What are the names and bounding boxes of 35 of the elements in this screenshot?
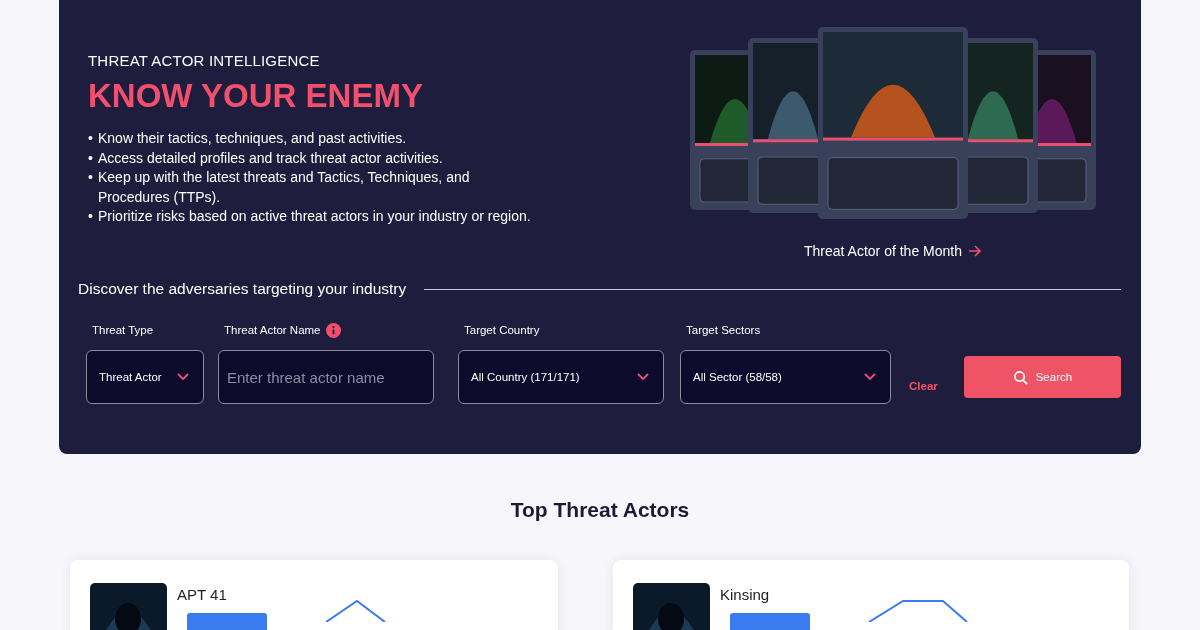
section-title: Top Threat Actors: [509, 498, 691, 523]
tag-button[interactable]: [187, 613, 267, 630]
section-heading: Discover the adversaries targeting your industry: [78, 280, 407, 298]
field-label: Target Sectors: [686, 324, 761, 336]
dropdown[interactable]: Threat Actor: [86, 350, 204, 404]
bullet-marker: •: [88, 148, 92, 168]
dropdown[interactable]: All Sector (58/58): [680, 350, 891, 404]
field-label: Threat Type: [92, 324, 154, 336]
eyebrow-text: THREAT ACTOR INTELLIGENCE: [88, 52, 321, 69]
bullet-item: Know their tactics, techniques, and past activities.: [98, 129, 407, 148]
caret-icon: [177, 373, 189, 381]
actor-card[interactable]: APT 41: [70, 560, 558, 630]
bullet-marker: •: [88, 207, 92, 226]
actor-card[interactable]: Kinsing: [613, 560, 1129, 630]
clear-button[interactable]: Clear: [905, 380, 950, 404]
hero-title: KNOW YOUR ENEMY: [88, 77, 424, 115]
bullet-marker: •: [88, 168, 92, 187]
search-icon: [1012, 369, 1028, 385]
actor-name: APT 41: [177, 586, 227, 605]
sparkline: [325, 600, 386, 622]
input-field[interactable]: Enter threat actor name: [218, 350, 434, 404]
bullet-item: Access detailed profiles and track threat actor activities.: [98, 148, 443, 168]
actor-name: Kinsing: [720, 586, 770, 605]
tag-button[interactable]: [730, 613, 810, 630]
caret-icon: [637, 373, 649, 381]
field-label: Threat Actor Name: [224, 324, 321, 336]
dropdown[interactable]: All Country (171/171): [458, 350, 664, 404]
caret-icon: [864, 373, 876, 381]
bullet-marker: •: [88, 129, 92, 148]
bullet-item: Keep up with the latest threats and Tactics, Techniques, and Procedures (TTPs).: [98, 168, 471, 207]
info-icon[interactable]: [325, 322, 341, 338]
field-label: Target Country: [464, 324, 540, 336]
arrow-icon: [968, 245, 982, 257]
month-link[interactable]: Threat Actor of the Month: [804, 243, 982, 259]
bullet-item: Prioritize risks based on active threat actors in your industry or region.: [98, 207, 531, 226]
